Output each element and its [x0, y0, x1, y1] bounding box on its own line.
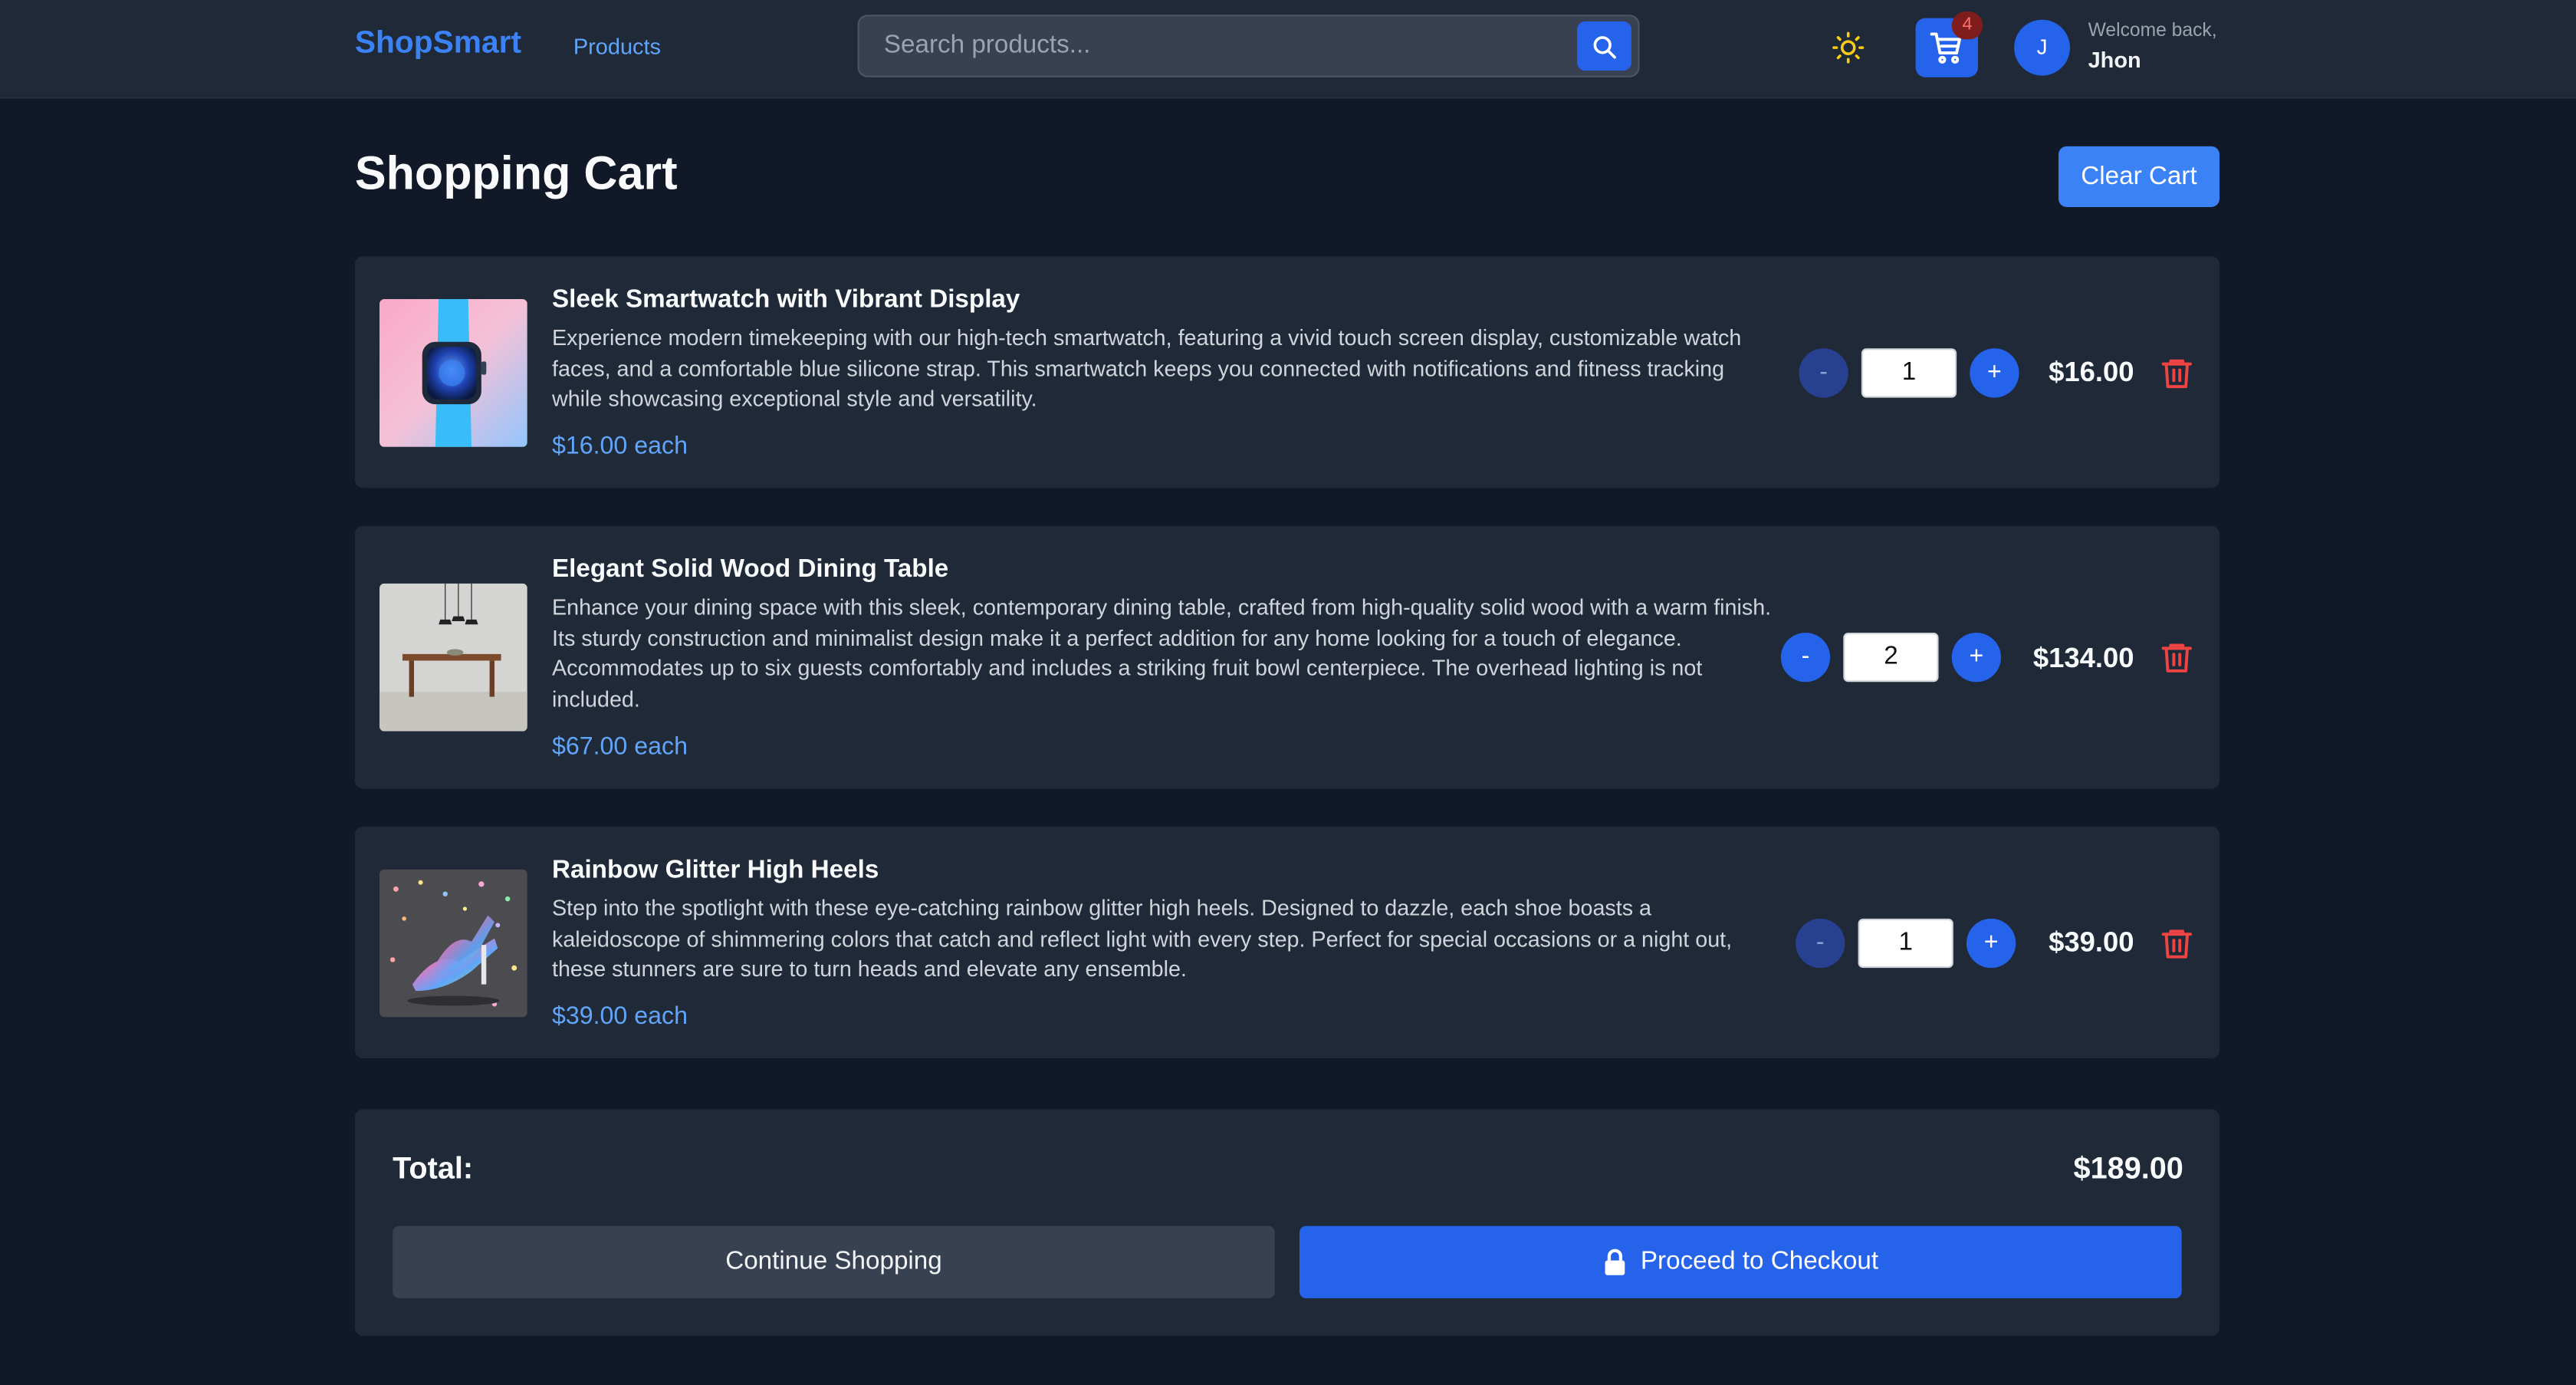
line-total: $134.00 — [2032, 642, 2134, 674]
product-name[interactable]: Elegant Solid Wood Dining Table — [552, 555, 948, 585]
quantity-input[interactable] — [1858, 918, 1953, 969]
total-value: $189.00 — [2073, 1150, 2183, 1185]
total-label: Total: — [393, 1150, 474, 1185]
trash-icon[interactable] — [2159, 355, 2195, 391]
increase-quantity-button[interactable]: + — [1951, 633, 2001, 683]
product-image-high-heels[interactable] — [379, 869, 527, 1018]
page-title: Shopping Cart — [354, 147, 678, 201]
product-image-smartwatch[interactable] — [379, 299, 527, 447]
cart-item: Sleek Smartwatch with Vibrant Display Ex… — [354, 256, 2220, 489]
quantity-input[interactable] — [1843, 633, 1939, 683]
checkout-label: Proceed to Checkout — [1640, 1247, 1879, 1275]
cart-item: Rainbow Glitter High Heels Step into the… — [354, 826, 2220, 1058]
avatar[interactable]: J — [2014, 19, 2070, 76]
cart-count-badge: 4 — [1951, 12, 1983, 40]
product-name[interactable]: Sleek Smartwatch with Vibrant Display — [552, 286, 1020, 316]
lock-icon — [1604, 1248, 1625, 1275]
decrease-quantity-button[interactable]: - — [1780, 633, 1831, 683]
increase-quantity-button[interactable]: + — [1970, 348, 2019, 398]
search-icon — [1593, 35, 1616, 58]
order-summary: Total: $189.00 Continue Shopping Proceed… — [354, 1109, 2220, 1337]
unit-price: $16.00 each — [552, 432, 688, 460]
clear-cart-button[interactable]: Clear Cart — [2058, 146, 2220, 207]
username: Jhon — [2088, 48, 2141, 73]
cart-item: Elegant Solid Wood Dining Table Enhance … — [354, 525, 2220, 789]
search-button[interactable] — [1577, 21, 1631, 71]
decrease-quantity-button[interactable]: - — [1796, 918, 1845, 969]
line-total: $16.00 — [2049, 357, 2134, 388]
product-name[interactable]: Rainbow Glitter High Heels — [552, 856, 879, 886]
decrease-quantity-button[interactable]: - — [1799, 348, 1848, 398]
product-image-dining-table[interactable] — [379, 583, 527, 732]
search-input[interactable] — [859, 16, 1566, 76]
increase-quantity-button[interactable]: + — [1967, 918, 2016, 969]
checkout-button[interactable]: Proceed to Checkout — [1300, 1225, 2182, 1298]
top-navbar: ShopSmart Products 4 J Welcom — [0, 0, 2576, 99]
welcome-text: Welcome back, — [2088, 21, 2217, 41]
logo[interactable]: ShopSmart — [355, 26, 521, 62]
continue-shopping-button[interactable]: Continue Shopping — [393, 1225, 1275, 1298]
nav-link-products[interactable]: Products — [573, 35, 661, 59]
search-bar — [857, 15, 1640, 77]
unit-price: $39.00 each — [552, 1002, 688, 1031]
line-total: $39.00 — [2049, 926, 2134, 959]
product-description: Step into the spotlight with these eye-c… — [552, 895, 1733, 982]
shopping-cart-page: ShopSmart Products 4 J Welcom — [0, 0, 2576, 1385]
sun-icon — [1832, 31, 1865, 64]
trash-icon[interactable] — [2159, 640, 2195, 676]
product-description: Enhance your dining space with this slee… — [552, 594, 1772, 712]
product-description: Experience modern timekeeping with our h… — [552, 325, 1742, 412]
trash-icon[interactable] — [2159, 925, 2195, 961]
unit-price: $67.00 each — [552, 732, 688, 762]
quantity-input[interactable] — [1861, 348, 1957, 398]
theme-toggle-button[interactable] — [1827, 26, 1870, 69]
